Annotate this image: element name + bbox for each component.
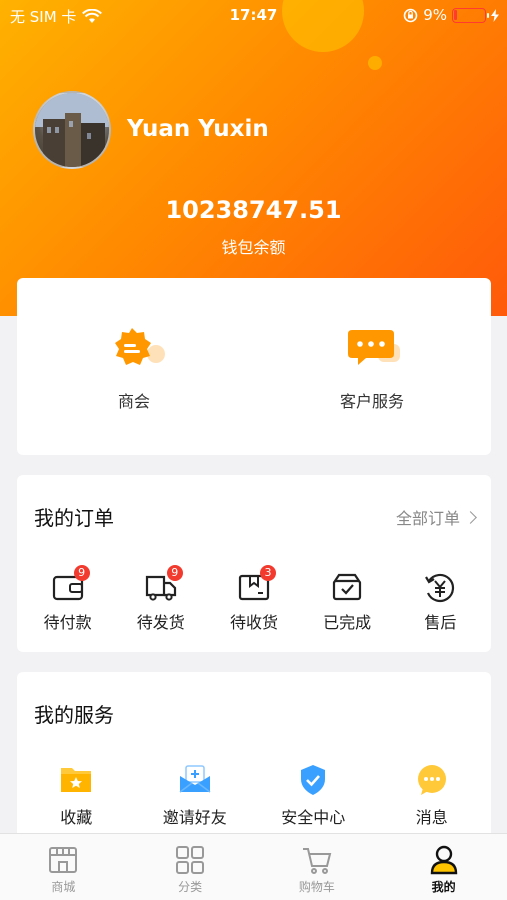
service-messages-label: 消息	[415, 808, 448, 827]
order-after-sales[interactable]: 售后	[400, 573, 480, 633]
order-completed-label: 已完成	[323, 613, 372, 632]
order-status-row: 9 待付款 9 待发货 3 待收货 已完成 售后	[17, 565, 491, 633]
tab-category-label: 分类	[178, 880, 203, 894]
order-pending-shipment-label: 待发货	[136, 613, 185, 632]
service-messages[interactable]: 消息	[382, 764, 482, 828]
cart-icon	[301, 844, 333, 876]
battery-icon	[452, 7, 489, 23]
services-title: 我的服务	[34, 703, 114, 727]
user-name: Yuan Yuxin	[127, 116, 269, 142]
order-pending-receipt[interactable]: 3 待收货	[214, 565, 294, 633]
chamber-of-commerce-button[interactable]: 商会	[54, 326, 214, 412]
service-favorites[interactable]: 收藏	[26, 764, 126, 828]
order-pending-payment[interactable]: 9 待付款	[28, 565, 108, 633]
user-icon	[428, 844, 460, 876]
tab-bar: 商城 分类 购物车 我的	[0, 833, 507, 900]
order-pending-receipt-label: 待收货	[229, 613, 278, 632]
service-security-center-label: 安全中心	[281, 808, 346, 827]
all-orders-link[interactable]: 全部订单	[395, 505, 477, 529]
order-pending-payment-label: 待付款	[43, 613, 92, 632]
tab-cart[interactable]: 购物车	[254, 834, 381, 900]
services-card: 我的服务 收藏 邀请好友 安全中心 消息	[17, 672, 491, 842]
folder-star-icon	[59, 764, 93, 794]
tab-store-label: 商城	[51, 880, 76, 894]
all-orders-label: 全部订单	[395, 509, 460, 528]
message-icon	[415, 764, 449, 795]
tab-cart-label: 购物车	[298, 880, 335, 894]
tab-mine[interactable]: 我的	[380, 834, 507, 900]
quick-links-card: 商会 客户服务	[17, 278, 491, 455]
chat-bubble-icon	[348, 326, 400, 368]
invite-envelope-icon	[178, 764, 212, 794]
orders-card: 我的订单 全部订单 9 待付款 9 待发货 3 待收货 已完成 售后	[17, 475, 491, 652]
badge-icon	[110, 326, 165, 368]
yuan-refund-icon	[424, 573, 456, 603]
charging-bolt-icon	[491, 8, 499, 22]
service-invite-friends-label: 邀请好友	[162, 808, 227, 827]
box-check-icon	[331, 573, 363, 601]
decor-dot	[368, 56, 382, 70]
orientation-lock-icon	[403, 8, 418, 22]
store-icon	[47, 844, 79, 876]
order-pending-shipment[interactable]: 9 待发货	[121, 565, 201, 633]
service-favorites-label: 收藏	[60, 808, 93, 827]
services-row: 收藏 邀请好友 安全中心 消息	[17, 764, 491, 828]
avatar[interactable]	[33, 91, 111, 169]
shield-check-icon	[296, 764, 330, 795]
customer-service-label: 客户服务	[339, 392, 404, 411]
service-security-center[interactable]: 安全中心	[263, 764, 363, 828]
pending-receipt-badge: 3	[259, 565, 276, 581]
wallet-balance[interactable]: 10238747.51	[0, 196, 507, 224]
service-invite-friends[interactable]: 邀请好友	[145, 764, 245, 828]
chevron-right-icon	[464, 510, 477, 524]
orders-title: 我的订单	[34, 506, 114, 530]
order-after-sales-label: 售后	[424, 613, 457, 632]
chamber-of-commerce-label: 商会	[117, 392, 150, 411]
status-bar: 无 SIM 卡 17:47 9%	[0, 0, 507, 30]
pending-shipment-badge: 9	[166, 565, 183, 581]
tab-store[interactable]: 商城	[0, 834, 127, 900]
wallet-balance-label: 钱包余额	[221, 238, 286, 257]
pending-payment-badge: 9	[73, 565, 90, 581]
grid-icon	[174, 844, 206, 876]
tab-category[interactable]: 分类	[127, 834, 254, 900]
battery-percent: 9%	[423, 6, 447, 24]
tab-mine-label: 我的	[431, 880, 456, 894]
order-completed[interactable]: 已完成	[307, 573, 387, 633]
customer-service-button[interactable]: 客户服务	[292, 326, 452, 412]
